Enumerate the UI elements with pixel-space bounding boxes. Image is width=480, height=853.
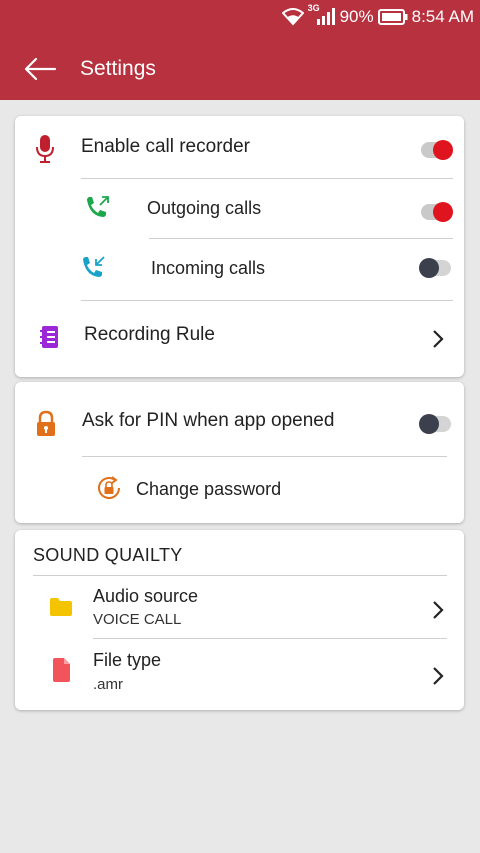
battery-percent: 90% [339,7,374,26]
change-password-row[interactable]: Change password [15,457,464,523]
outgoing-call-icon [87,196,109,217]
incoming-calls-switch[interactable] [419,258,451,278]
folder-icon [50,598,72,616]
app-bar: 3G 90% 8:54 AM Settings [0,0,480,100]
battery-icon [377,9,408,25]
enable-recorder-row[interactable]: Enable call recorder [15,116,464,178]
change-password-label: Change password [136,479,282,499]
pin-label: Ask for PIN when app opened [82,410,335,431]
incoming-calls-label: Incoming calls [151,258,266,278]
lock-icon [37,410,55,436]
outgoing-calls-switch[interactable] [421,202,453,222]
lock-refresh-icon [98,476,120,499]
recording-rule-label: Recording Rule [84,324,215,345]
enable-recorder-switch[interactable] [421,140,453,160]
chevron-right-icon [433,330,444,348]
incoming-calls-row[interactable]: Incoming calls [15,239,464,298]
pin-row[interactable]: Ask for PIN when app opened [15,382,464,456]
section-header: SOUND QUAILTY [33,545,183,565]
enable-recorder-label: Enable call recorder [81,136,250,157]
status-bar: 3G 90% 8:54 AM [0,0,480,34]
back-button[interactable] [22,54,58,84]
chevron-right-icon [433,601,444,619]
audio-source-label: Audio source [93,586,199,606]
security-card: Ask for PIN when app opened Change passw… [15,382,464,523]
incoming-call-icon [83,256,105,277]
file-type-row[interactable]: File type .amr [15,639,464,705]
outgoing-calls-label: Outgoing calls [147,198,262,218]
audio-source-value: VOICE CALL [93,611,182,628]
notebook-icon [40,326,58,348]
sound-quality-card: SOUND QUAILTY Audio source VOICE CALL Fi… [15,530,464,710]
recorder-card: Enable call recorder Outgoing calls Inco… [15,116,464,377]
chevron-right-icon [433,667,444,685]
signal-icon: 3G [308,3,336,27]
audio-source-row[interactable]: Audio source VOICE CALL [15,576,464,638]
page-title: Settings [80,57,156,80]
clock: 8:54 AM [411,7,474,26]
file-type-value: .amr [93,676,123,693]
file-icon [53,658,70,682]
wifi-icon [281,8,304,26]
arrow-left-icon [24,57,57,81]
pin-switch[interactable] [419,414,451,434]
outgoing-calls-row[interactable]: Outgoing calls [15,179,464,238]
recording-rule-row[interactable]: Recording Rule [15,301,464,377]
microphone-icon [36,135,54,163]
file-type-label: File type [93,650,162,670]
